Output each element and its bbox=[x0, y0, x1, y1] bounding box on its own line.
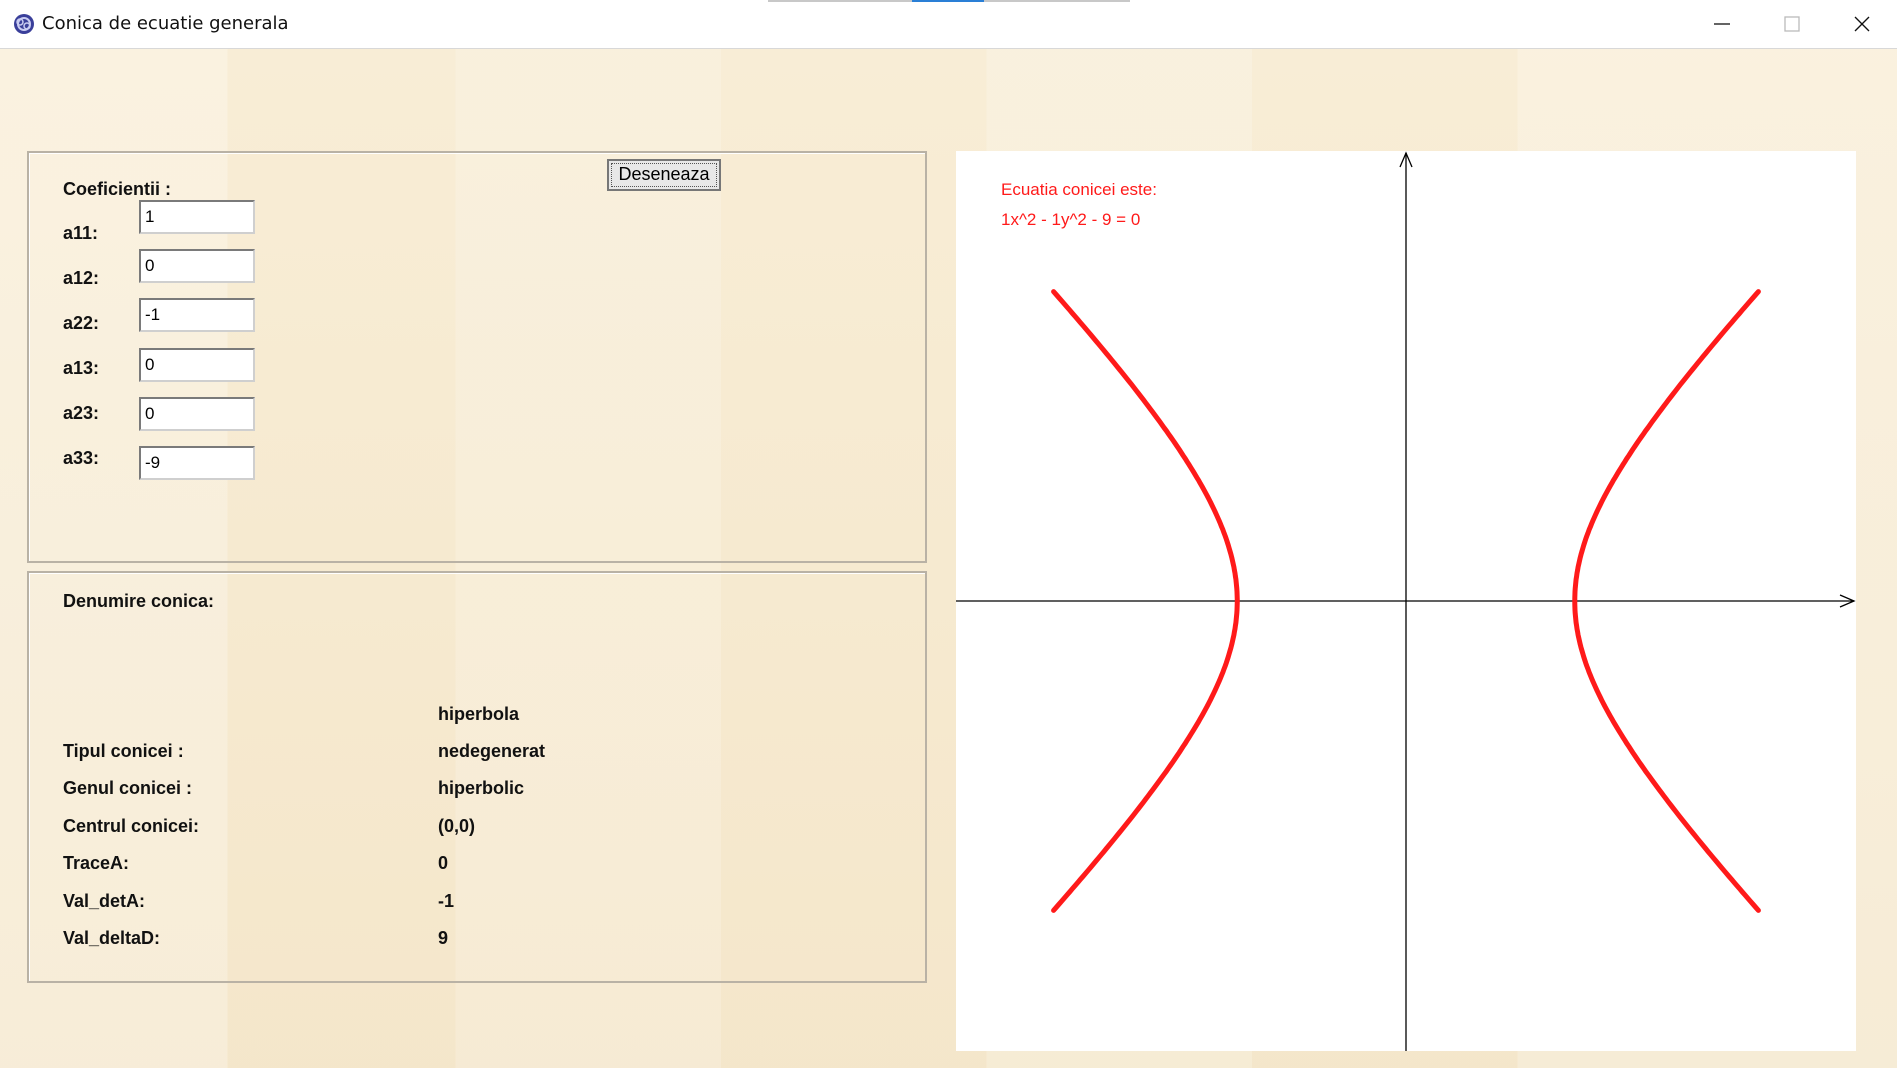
value-tipul: nedegenerat bbox=[438, 741, 546, 761]
results-panel bbox=[27, 571, 927, 983]
input-a33[interactable] bbox=[139, 446, 255, 480]
minimize-icon bbox=[1714, 23, 1730, 25]
label-deltad: Val_deltaD: bbox=[63, 928, 161, 948]
taskbar-hint-3 bbox=[984, 0, 1130, 2]
coefficients-heading: Coeficientii : bbox=[63, 179, 172, 199]
equation-text: 1x^2 - 1y^2 - 9 = 0 bbox=[1001, 210, 1140, 229]
input-a23[interactable] bbox=[139, 397, 255, 431]
conic-name: hiperbola bbox=[438, 704, 520, 724]
label-tracea: TraceA: bbox=[63, 853, 130, 873]
label-tipul: Tipul conicei : bbox=[63, 741, 184, 761]
deseneaza-button[interactable]: Deseneaza bbox=[607, 159, 721, 191]
label-deta: Val_detA: bbox=[63, 891, 146, 911]
maximize-icon bbox=[1784, 16, 1800, 32]
maximize-button[interactable] bbox=[1757, 0, 1827, 48]
value-tracea: 0 bbox=[438, 853, 449, 873]
close-button[interactable] bbox=[1827, 0, 1897, 48]
label-a13: a13: bbox=[63, 358, 100, 378]
title-bar: Conica de ecuatie generala bbox=[0, 0, 1897, 49]
input-a22[interactable] bbox=[139, 298, 255, 332]
input-a11[interactable] bbox=[139, 200, 255, 234]
label-a33: a33: bbox=[63, 448, 100, 468]
label-a12: a12: bbox=[63, 268, 100, 288]
window-title: Conica de ecuatie generala bbox=[42, 13, 289, 34]
input-a13[interactable] bbox=[139, 348, 255, 382]
taskbar-hint-2 bbox=[912, 0, 984, 2]
value-deltad: 9 bbox=[438, 928, 449, 948]
plot-canvas: Ecuatia conicei este: 1x^2 - 1y^2 - 9 = … bbox=[956, 151, 1856, 1051]
conic-plot: Ecuatia conicei este: 1x^2 - 1y^2 - 9 = … bbox=[956, 151, 1856, 1051]
value-deta: -1 bbox=[438, 891, 455, 911]
minimize-button[interactable] bbox=[1687, 0, 1757, 48]
label-a11: a11: bbox=[63, 223, 99, 243]
close-icon bbox=[1854, 16, 1870, 32]
label-centrul: Centrul conicei: bbox=[63, 816, 200, 836]
label-a22: a22: bbox=[63, 313, 100, 333]
equation-caption: Ecuatia conicei este: bbox=[1001, 180, 1157, 199]
value-genul: hiperbolic bbox=[438, 778, 525, 798]
taskbar-hint-1 bbox=[768, 0, 912, 2]
label-genul: Genul conicei : bbox=[63, 778, 193, 798]
results-heading: Denumire conica: bbox=[63, 591, 215, 611]
label-a23: a23: bbox=[63, 403, 100, 423]
input-a12[interactable] bbox=[139, 249, 255, 283]
app-icon bbox=[14, 14, 34, 34]
value-centrul: (0,0) bbox=[438, 816, 476, 836]
